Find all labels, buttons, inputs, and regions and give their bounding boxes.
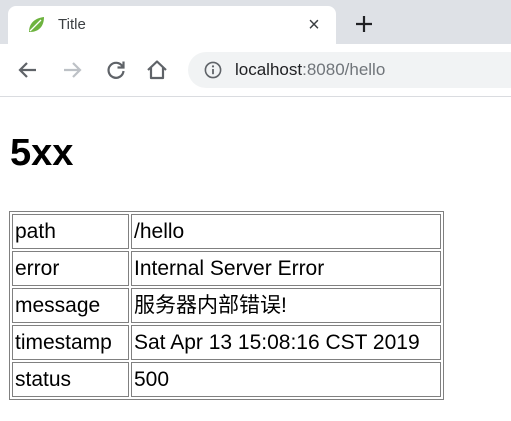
- table-row: error Internal Server Error: [12, 251, 441, 286]
- forward-button[interactable]: [60, 58, 84, 82]
- home-icon: [147, 60, 167, 80]
- row-value: Sat Apr 13 15:08:16 CST 2019: [131, 325, 441, 360]
- tab-strip: Title ×: [0, 0, 511, 44]
- page-content: 5xx path /hello error Internal Server Er…: [0, 97, 511, 421]
- address-bar[interactable]: localhost:8080/hello: [188, 52, 511, 88]
- tab-title: Title: [58, 16, 86, 33]
- home-button[interactable]: [145, 58, 169, 82]
- reload-icon: [107, 61, 125, 79]
- row-key: error: [12, 251, 129, 286]
- error-details-table: path /hello error Internal Server Error …: [9, 211, 444, 400]
- url-host: localhost: [235, 60, 303, 79]
- table-row: path /hello: [12, 214, 441, 249]
- browser-toolbar: localhost:8080/hello: [0, 44, 511, 97]
- table-row: status 500: [12, 362, 441, 397]
- browser-tab[interactable]: Title ×: [8, 6, 336, 44]
- row-key: status: [12, 362, 129, 397]
- url-text[interactable]: localhost:8080/hello: [235, 60, 385, 80]
- table-row: timestamp Sat Apr 13 15:08:16 CST 2019: [12, 325, 441, 360]
- row-key: timestamp: [12, 325, 129, 360]
- reload-button[interactable]: [104, 58, 128, 82]
- row-value: 服务器内部错误!: [131, 288, 441, 323]
- row-value: /hello: [131, 214, 441, 249]
- table-row: message 服务器内部错误!: [12, 288, 441, 323]
- arrow-right-icon: [64, 62, 82, 78]
- back-button[interactable]: [16, 58, 40, 82]
- url-path: :8080/hello: [302, 60, 386, 79]
- tab-close-button[interactable]: ×: [304, 15, 324, 35]
- row-value: 500: [131, 362, 441, 397]
- info-icon[interactable]: [204, 61, 222, 79]
- row-value: Internal Server Error: [131, 251, 441, 286]
- leaf-icon: [26, 15, 46, 35]
- page-title: 5xx: [10, 132, 74, 174]
- plus-icon: [356, 16, 372, 32]
- row-key: message: [12, 288, 129, 323]
- arrow-left-icon: [18, 62, 36, 78]
- row-key: path: [12, 214, 129, 249]
- new-tab-button[interactable]: [352, 12, 376, 36]
